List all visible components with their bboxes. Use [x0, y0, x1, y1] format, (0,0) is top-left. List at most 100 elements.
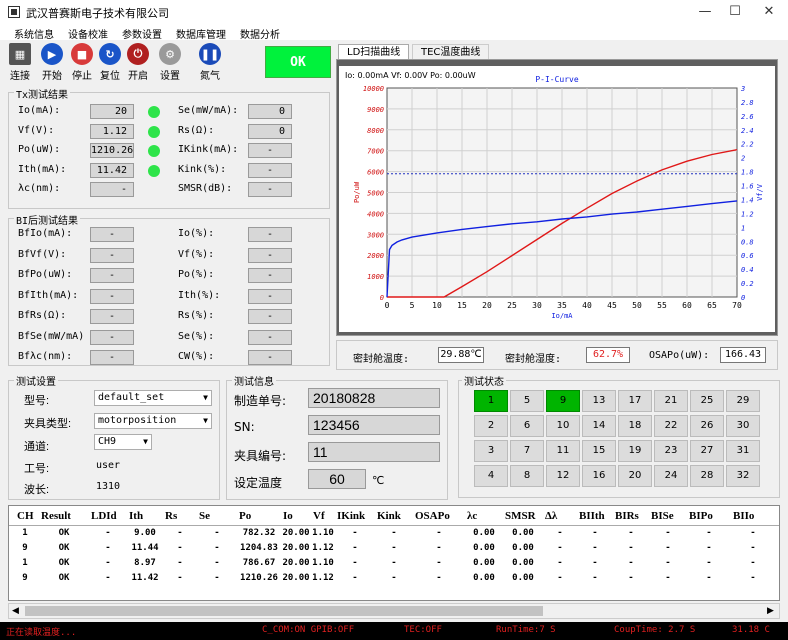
slot-cell[interactable]: 10: [546, 415, 580, 437]
bi-label: Bfλc(nm):: [18, 351, 73, 362]
horizontal-scrollbar[interactable]: ◀ ▶: [8, 603, 780, 619]
toolbar-button-1[interactable]: ▶ 开始: [40, 42, 64, 84]
slot-cell[interactable]: 24: [654, 465, 688, 487]
tab-ld-scan[interactable]: LD扫描曲线: [338, 44, 410, 60]
table-header[interactable]: Rs: [165, 510, 177, 522]
slot-cell[interactable]: 3: [474, 440, 508, 462]
table-header[interactable]: Kink: [377, 510, 401, 522]
x-tick-label: 30: [532, 301, 542, 310]
table-header[interactable]: IKink: [337, 510, 365, 522]
table-header[interactable]: Io: [283, 510, 293, 522]
slot-cell[interactable]: 32: [726, 465, 760, 487]
slot-cell[interactable]: 17: [618, 390, 652, 412]
toolbar-button-4[interactable]: ⏻ 开启: [126, 42, 150, 84]
slot-cell[interactable]: 2: [474, 415, 508, 437]
slot-cell[interactable]: 12: [546, 465, 580, 487]
table-header[interactable]: BIPo: [689, 510, 713, 522]
table-cell: OK: [58, 573, 70, 583]
table-header[interactable]: BIIo: [733, 510, 754, 522]
table-header[interactable]: OSAPo: [415, 510, 450, 522]
table-header[interactable]: SMSR: [505, 510, 536, 522]
scroll-left-icon[interactable]: ◀: [12, 606, 19, 616]
slot-cell[interactable]: 18: [618, 415, 652, 437]
slot-cell[interactable]: 6: [510, 415, 544, 437]
slot-cell[interactable]: 22: [654, 415, 688, 437]
scroll-right-icon[interactable]: ▶: [767, 606, 774, 616]
slot-cell[interactable]: 9: [546, 390, 580, 412]
table-header[interactable]: λc: [467, 510, 477, 522]
table-cell: -: [557, 558, 563, 568]
model-select[interactable]: default_set ▼: [94, 390, 212, 406]
sn-input[interactable]: 123456: [308, 415, 440, 435]
slot-cell[interactable]: 5: [510, 390, 544, 412]
slot-cell[interactable]: 7: [510, 440, 544, 462]
table-header[interactable]: CH: [17, 510, 34, 522]
slot-cell[interactable]: 26: [690, 415, 724, 437]
slot-cell[interactable]: 21: [654, 390, 688, 412]
slot-cell[interactable]: 13: [582, 390, 616, 412]
menu-system-info[interactable]: 系统信息: [14, 26, 54, 41]
slot-cell[interactable]: 16: [582, 465, 616, 487]
maximize-button[interactable]: ☐: [720, 2, 750, 22]
table-header[interactable]: Ith: [129, 510, 143, 522]
slot-cell[interactable]: 14: [582, 415, 616, 437]
fixture-no-input[interactable]: 11: [308, 442, 440, 462]
slot-cell[interactable]: 29: [726, 390, 760, 412]
slot-cell[interactable]: 20: [618, 465, 652, 487]
table-row[interactable]: 1 OK -9.00- -782.32 20.00 1.10- - -0.00 0.00- - - -…: [9, 528, 779, 542]
table-cell: -: [352, 543, 358, 553]
ok-status-button[interactable]: OK: [265, 46, 331, 78]
table-cell: -: [214, 573, 220, 583]
slot-cell[interactable]: 19: [618, 440, 652, 462]
table-row[interactable]: 9 OK -11.42- -1210.26 20.00 1.12- - -0.00 0.00- -…: [9, 573, 779, 587]
scrollbar-thumb[interactable]: [25, 606, 543, 616]
slot-cell[interactable]: 8: [510, 465, 544, 487]
menu-parameter-settings[interactable]: 参数设置: [122, 26, 162, 41]
slot-cell[interactable]: 11: [546, 440, 580, 462]
table-header[interactable]: Δλ: [545, 510, 557, 522]
table-header[interactable]: Vf: [313, 510, 325, 522]
table-header[interactable]: BISe: [651, 510, 674, 522]
slot-cell[interactable]: 25: [690, 390, 724, 412]
table-header[interactable]: BIRs: [615, 510, 639, 522]
table-header[interactable]: Po: [239, 510, 251, 522]
connect-button[interactable]: ▦ 连接: [8, 42, 32, 84]
table-header[interactable]: Se: [199, 510, 210, 522]
order-input[interactable]: 20180828: [308, 388, 440, 408]
bi-label: Po(%):: [178, 269, 215, 280]
slot-cell[interactable]: 4: [474, 465, 508, 487]
toolbar-button-2[interactable]: ■ 停止: [70, 42, 94, 84]
y2-tick-label: 1.8: [741, 169, 754, 177]
slot-cell[interactable]: 30: [726, 415, 760, 437]
tab-tec-temp[interactable]: TEC温度曲线: [412, 44, 490, 60]
table-cell: 9: [22, 573, 28, 583]
fixture-select[interactable]: motorposition ▼: [94, 413, 212, 429]
toolbar-button-6[interactable]: ❚❚ 氮气: [198, 42, 222, 84]
slot-cell[interactable]: 1: [474, 390, 508, 412]
chart-title: P-I-Curve: [535, 75, 579, 84]
menu-database[interactable]: 数据库管理: [176, 26, 226, 41]
table-row[interactable]: 1 OK -8.97- -786.67 20.00 1.10- - -0.00 0.00- - - -…: [9, 558, 779, 572]
close-button[interactable]: ✕: [754, 2, 784, 22]
results-table: CH Result LDId Ith Rs Se Po Io Vf IKink Kink OSAPo λ…: [8, 505, 780, 601]
channel-select[interactable]: CH9 ▼: [94, 434, 152, 450]
channel-value: CH9: [98, 436, 117, 447]
toolbar-button-3[interactable]: ↻ 复位: [98, 42, 122, 84]
table-row[interactable]: 9 OK -11.44- -1204.83 20.00 1.12- - -0.00 0.00- -…: [9, 543, 779, 557]
wavelength-label: 波长:: [24, 484, 50, 496]
slot-cell[interactable]: 15: [582, 440, 616, 462]
set-temp-input[interactable]: 60: [308, 469, 366, 489]
minimize-button[interactable]: —: [690, 2, 720, 22]
slot-cell[interactable]: 31: [726, 440, 760, 462]
table-header[interactable]: BIIth: [579, 510, 605, 522]
menu-device-calibration[interactable]: 设备校准: [68, 26, 108, 41]
slot-cell[interactable]: 27: [690, 440, 724, 462]
table-header[interactable]: Result: [41, 510, 71, 522]
slot-cell[interactable]: 28: [690, 465, 724, 487]
toolbar-button-5[interactable]: ⚙ 设置: [158, 42, 182, 84]
menu-data-analysis[interactable]: 数据分析: [240, 26, 280, 41]
slot-cell[interactable]: 23: [654, 440, 688, 462]
table-cell: -: [665, 558, 671, 568]
table-header[interactable]: LDId: [91, 510, 117, 522]
table-cell: -: [750, 558, 756, 568]
